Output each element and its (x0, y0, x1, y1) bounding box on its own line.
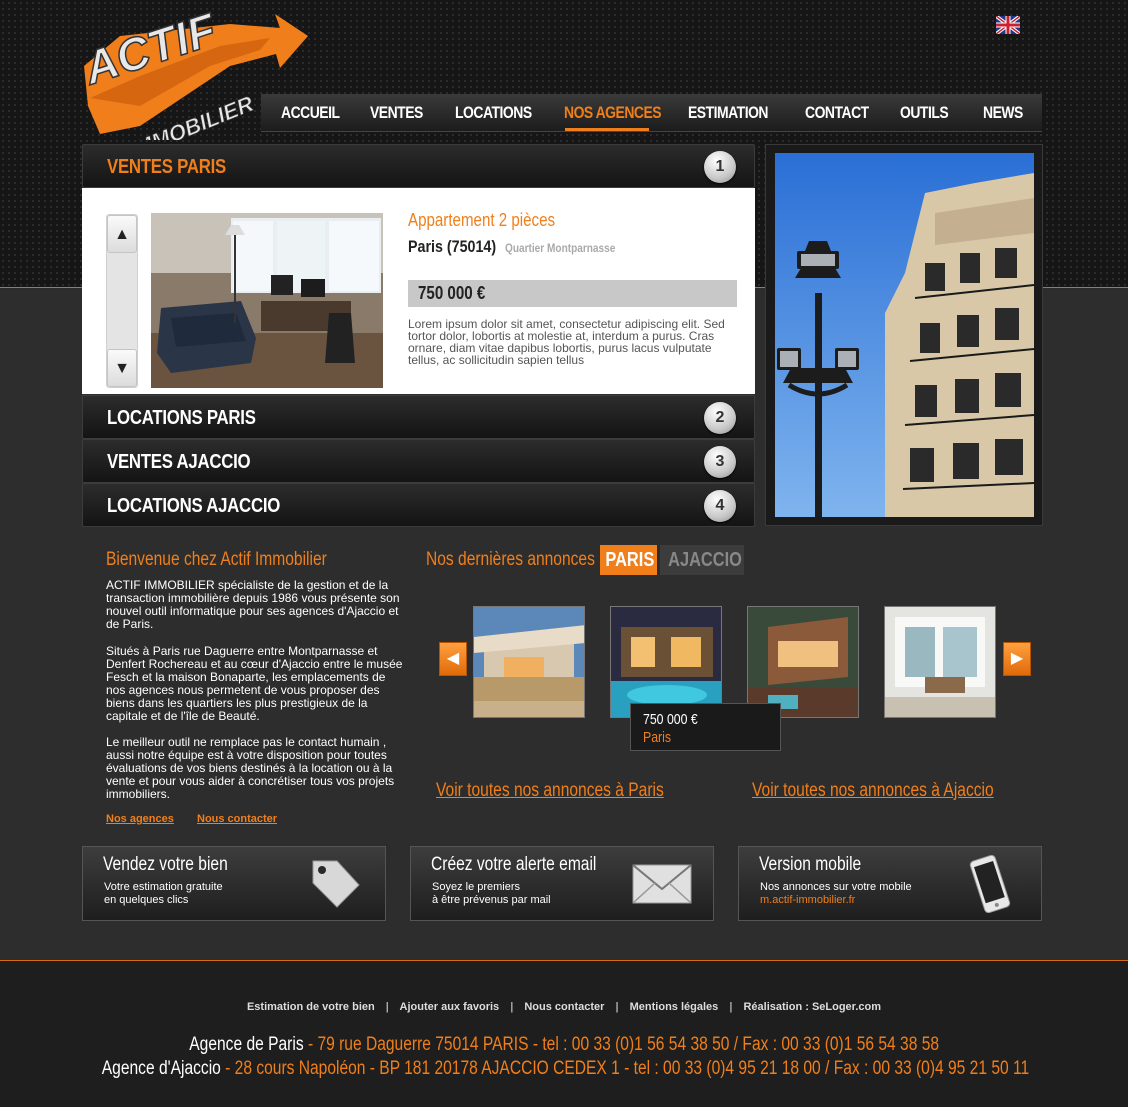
nous-contacter-link[interactable]: Nous contacter (197, 813, 277, 825)
accordion-title: VENTES PARIS (107, 156, 226, 178)
carousel-prev-button[interactable]: ◀ (439, 642, 467, 676)
accordion-number-badge: 3 (704, 446, 736, 478)
footer-separator: | (729, 1001, 733, 1013)
mobile-version-promo[interactable]: Version mobile Nos annonces sur votre mo… (738, 846, 1042, 921)
accordion-title: LOCATIONS AJACCIO (107, 495, 281, 517)
scroll-down-button[interactable]: ▼ (107, 349, 137, 387)
sell-property-promo[interactable]: Vendez votre bien Votre estimation gratu… (82, 846, 386, 921)
email-alert-promo[interactable]: Créez votre alerte email Soyez le premie… (410, 846, 714, 921)
promo-subtitle: Nos annonces sur votre mobile m.actif-im… (760, 881, 960, 907)
welcome-paragraph: Situés à Paris rue Daguerre entre Montpa… (106, 644, 403, 723)
promo-title: Vendez votre bien (103, 854, 228, 875)
listing-tooltip: 750 000 € Paris (630, 703, 781, 751)
promo-line: Nos annonces sur votre mobile (760, 881, 912, 893)
property-price: 750 000 € (418, 283, 486, 303)
footer-links: Estimation de votre bien | Ajouter aux f… (0, 1001, 1128, 1013)
side-photo-frame (765, 144, 1043, 526)
promo-line: Votre estimation gratuite (104, 881, 223, 893)
price-bar: 750 000 € (408, 280, 737, 307)
paris-building-photo (775, 153, 1034, 517)
footer-link-estimation[interactable]: Estimation de votre bien (247, 1001, 375, 1013)
listing-thumbnail[interactable] (473, 606, 585, 718)
footer-link-mentions[interactable]: Mentions légales (630, 1001, 719, 1013)
see-all-paris-link[interactable]: Voir toutes nos annonces à Paris (436, 780, 664, 802)
accordion-title: VENTES AJACCIO (107, 451, 251, 473)
tooltip-price: 750 000 € (643, 711, 698, 728)
nav-accueil[interactable]: ACCUEIL (281, 94, 340, 132)
price-tag-icon (303, 855, 365, 913)
arrow-left-icon: ◀ (446, 650, 460, 667)
featured-property-panel: ▲ ▼ Appartement 2 pièces Paris (75014) Q… (82, 188, 755, 394)
agency-paris-name: Agence de Paris (189, 1034, 304, 1055)
carousel-next-button[interactable]: ▶ (1003, 642, 1031, 676)
vertical-scroller[interactable]: ▲ ▼ (106, 214, 138, 388)
footer-separator: | (510, 1001, 514, 1013)
scroll-up-button[interactable]: ▲ (107, 215, 137, 253)
nav-outils[interactable]: OUTILS (900, 94, 949, 132)
listing-thumbnail[interactable] (884, 606, 996, 718)
accordion-ventes-ajaccio[interactable]: VENTES AJACCIO 3 (82, 439, 755, 483)
nos-agences-link[interactable]: Nos agences (106, 813, 174, 825)
promo-subtitle: Votre estimation gratuite en quelques cl… (104, 881, 284, 907)
arrow-right-icon: ▶ (1010, 650, 1024, 667)
tab-paris[interactable]: PARIS (600, 545, 657, 575)
footer-separator: | (615, 1001, 619, 1013)
promo-title: Créez votre alerte email (431, 854, 597, 875)
welcome-paragraph: ACTIF IMMOBILIER spécialiste de la gesti… (106, 578, 400, 631)
accordion-title: LOCATIONS PARIS (107, 407, 256, 429)
agency-paris-line: Agence de Paris - 79 rue Daguerre 75014 … (0, 1034, 1128, 1056)
triangle-up-icon: ▲ (114, 226, 130, 243)
latest-listings-title: Nos dernières annonces à (426, 549, 608, 570)
nav-contact[interactable]: CONTACT (805, 94, 869, 132)
agency-paris-address: - 79 rue Daguerre 75014 PARIS - tel : 00… (303, 1034, 939, 1055)
nav-ventes[interactable]: VENTES (370, 94, 423, 132)
nav-nos-agences[interactable]: NOS AGENCES (564, 94, 662, 132)
property-description: Lorem ipsum dolor sit amet, consectetur … (408, 317, 725, 367)
envelope-icon (631, 855, 693, 913)
mobile-url[interactable]: m.actif-immobilier.fr (760, 894, 960, 907)
accordion-ventes-paris[interactable]: VENTES PARIS 1 (82, 144, 755, 188)
agency-ajaccio-line: Agence d'Ajaccio - 28 cours Napoléon - B… (0, 1058, 1128, 1080)
accordion-number-badge: 4 (704, 490, 736, 522)
welcome-paragraph: Le meilleur outil ne remplace pas le con… (106, 735, 395, 801)
nav-news[interactable]: NEWS (983, 94, 1023, 132)
accordion-locations-paris[interactable]: LOCATIONS PARIS 2 (82, 395, 755, 439)
promo-line: Soyez le premiers (432, 881, 521, 893)
uk-flag-icon[interactable] (994, 14, 1022, 36)
tab-ajaccio-label: AJACCIO (668, 549, 742, 571)
tab-ajaccio[interactable]: AJACCIO (660, 545, 744, 575)
property-photo[interactable] (151, 213, 383, 388)
welcome-title: Bienvenue chez Actif Immobilier (106, 549, 327, 570)
agency-ajaccio-name: Agence d'Ajaccio (101, 1058, 221, 1079)
nav-active-indicator (565, 128, 649, 131)
promo-subtitle: Soyez le premiers à être prévenus par ma… (432, 881, 612, 907)
smartphone-icon (959, 854, 1021, 914)
listing-thumbnail[interactable] (747, 606, 859, 718)
tooltip-city: Paris (643, 729, 672, 746)
tab-paris-label: PARIS (605, 549, 655, 571)
footer-link-realisation[interactable]: Réalisation : SeLoger.com (743, 1001, 881, 1013)
triangle-down-icon: ▼ (114, 360, 130, 377)
agency-ajaccio-address: - 28 cours Napoléon - BP 181 20178 AJACC… (220, 1058, 1030, 1079)
listing-thumbnail[interactable] (610, 606, 722, 718)
nav-locations[interactable]: LOCATIONS (455, 94, 532, 132)
accordion-locations-ajaccio[interactable]: LOCATIONS AJACCIO 4 (82, 483, 755, 527)
property-city: Paris (75014) (408, 237, 497, 256)
nav-estimation[interactable]: ESTIMATION (688, 94, 769, 132)
promo-title: Version mobile (759, 854, 862, 875)
accordion-number-badge: 2 (704, 402, 736, 434)
property-district: Quartier Montparnasse (505, 241, 616, 255)
footer-separator: | (385, 1001, 389, 1013)
footer-link-favoris[interactable]: Ajouter aux favoris (400, 1001, 500, 1013)
promo-line: en quelques clics (104, 894, 189, 906)
property-type[interactable]: Appartement 2 pièces (408, 210, 555, 231)
promo-line: à être prévenus par mail (432, 894, 551, 906)
accordion-number-badge: 1 (704, 151, 736, 183)
see-all-ajaccio-link[interactable]: Voir toutes nos annonces à Ajaccio (752, 780, 994, 802)
footer-link-contact[interactable]: Nous contacter (524, 1001, 604, 1013)
